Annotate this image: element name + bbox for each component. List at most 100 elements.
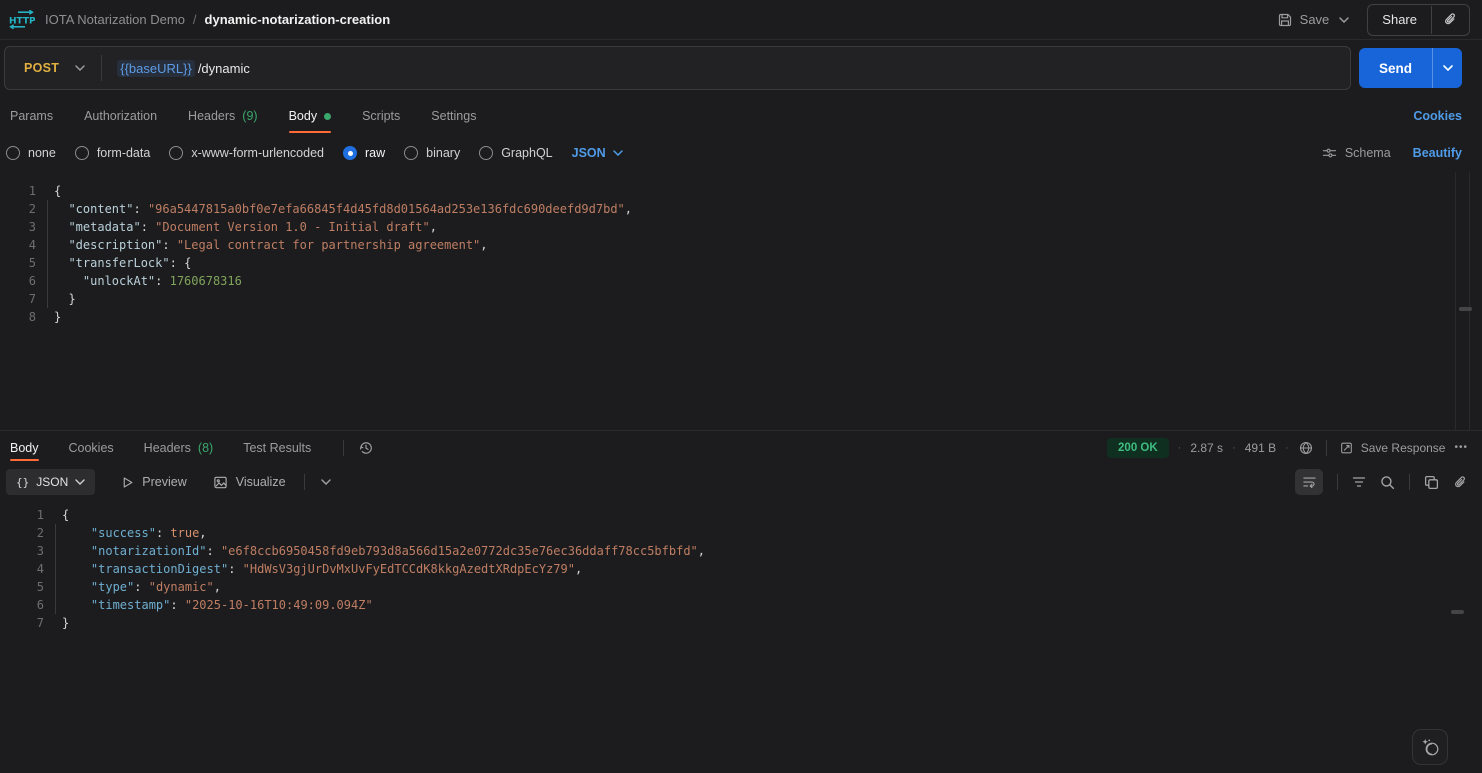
method-selector[interactable]: POST [5,61,75,75]
code-line: 4 "transactionDigest": "HdWsV3gjUrDvMxUv… [0,560,1482,578]
radio-icon[interactable] [479,146,493,160]
wrap-text-icon [1302,475,1317,489]
copy-link-button[interactable] [1432,12,1469,27]
code-text: } [44,614,69,632]
globe-icon [1298,440,1314,456]
share-button-group: Share [1367,4,1470,36]
cookies-link[interactable]: Cookies [1413,109,1462,123]
tab-scripts[interactable]: Scripts [362,96,400,136]
line-number: 4 [0,236,36,254]
code-line: 8 } [0,308,1482,326]
tab-params[interactable]: Params [10,96,53,136]
schema-button[interactable]: Schema [1322,146,1391,160]
code-text: "timestamp": "2025-10-16T10:49:09.094Z" [44,596,373,614]
copy-link-button[interactable] [1453,475,1468,490]
save-icon [1277,12,1293,28]
response-tab-cookies[interactable]: Cookies [69,431,114,464]
radio-icon[interactable] [404,146,418,160]
code-line: 1 { [0,506,1482,524]
filter-button[interactable] [1352,476,1366,488]
filter-icon [1352,476,1366,488]
code-line: 5 "transferLock": { [0,254,1482,272]
raw-language-selector[interactable]: JSON [572,146,623,160]
tab-authorization[interactable]: Authorization [84,96,157,136]
tab-body[interactable]: Body [289,96,332,136]
copy-button[interactable] [1424,475,1439,490]
method-chevron-icon[interactable] [75,65,85,71]
body-type-binary[interactable]: binary [404,146,460,160]
network-info-button[interactable] [1298,440,1314,456]
line-number: 6 [0,596,44,614]
editor-actions: Schema Beautify [1322,146,1462,160]
wrap-text-button[interactable] [1295,469,1323,495]
request-url-bar: POST {{baseURL}} /dynamic Send [0,40,1482,96]
more-actions-button[interactable]: ••• [1454,442,1468,453]
response-format-selector[interactable]: {} JSON [6,469,95,495]
topbar-actions: Save Share [1277,4,1470,36]
chevron-down-icon [1339,17,1349,23]
send-button-group: Send [1359,48,1462,88]
radio-icon[interactable] [6,146,20,160]
url-variable[interactable]: {{baseURL}} [117,60,195,77]
send-button[interactable]: Send [1359,48,1432,88]
code-text: "type": "dynamic", [44,578,221,596]
search-button[interactable] [1380,475,1395,490]
response-header: Body Cookies Headers(8) Test Results 200… [0,430,1482,464]
visualize-button[interactable]: Visualize [213,475,286,490]
body-type-raw[interactable]: raw [343,146,385,160]
code-line: 2 "success": true, [0,524,1482,542]
line-number: 2 [0,200,36,218]
divider [1409,474,1410,490]
save-button-label: Save [1300,12,1330,27]
code-text: "transferLock": { [36,254,191,272]
search-icon [1380,475,1395,490]
response-history-button[interactable] [358,440,374,456]
code-line: 6 "unlockAt": 1760678316 [0,272,1482,290]
code-text: "transactionDigest": "HdWsV3gjUrDvMxUvFy… [44,560,582,578]
request-body-editor[interactable]: 1 { 2 "content": "96a5447815a0bf0e7efa66… [0,170,1482,430]
beautify-button[interactable]: Beautify [1413,146,1462,160]
status-badge: 200 OK [1107,438,1169,458]
radio-icon[interactable] [169,146,183,160]
response-tab-body[interactable]: Body [10,431,39,464]
save-button[interactable]: Save [1277,12,1330,28]
save-options-chevron[interactable] [1339,17,1349,23]
line-number: 7 [0,614,44,632]
headers-count: (9) [242,109,257,123]
url-input[interactable]: {{baseURL}} /dynamic [117,60,250,77]
view-options-chevron[interactable] [321,479,331,485]
top-bar: HTTP IOTA Notarization Demo / dynamic-no… [0,0,1482,40]
line-number: 4 [0,560,44,578]
body-type-graphql[interactable]: GraphQL [479,146,552,160]
code-line: 3 "notarizationId": "e6f8ccb6950458fd9eb… [0,542,1482,560]
breadcrumb-collection[interactable]: IOTA Notarization Demo [45,12,185,27]
braces-icon: {} [16,476,29,489]
response-tab-headers[interactable]: Headers(8) [144,431,214,464]
response-body-viewer: 1 { 2 "success": true, 3 "notarizationId… [0,500,1482,773]
tab-settings[interactable]: Settings [431,96,476,136]
share-button[interactable]: Share [1368,12,1431,27]
code-text: "metadata": "Document Version 1.0 - Init… [36,218,437,236]
line-number: 8 [0,308,36,326]
code-text: "success": true, [44,524,207,542]
radio-selected-icon[interactable] [343,146,357,160]
preview-button[interactable]: Preview [121,475,186,489]
code-line: 6 "timestamp": "2025-10-16T10:49:09.094Z… [0,596,1482,614]
response-tab-test-results[interactable]: Test Results [243,431,311,464]
tab-headers[interactable]: Headers(9) [188,96,258,136]
divider [1326,440,1327,456]
line-number: 3 [0,542,44,560]
body-type-form-data[interactable]: form-data [75,146,151,160]
editor-scroll-track [1455,172,1456,430]
app-window: HTTP IOTA Notarization Demo / dynamic-no… [0,0,1482,773]
save-response-icon [1339,441,1354,455]
send-options-chevron[interactable] [1432,48,1462,88]
radio-icon[interactable] [75,146,89,160]
save-response-button[interactable]: Save Response [1339,441,1446,455]
body-type-urlencoded[interactable]: x-www-form-urlencoded [169,146,324,160]
body-type-bar: none form-data x-www-form-urlencoded raw… [0,136,1482,170]
url-path[interactable]: /dynamic [198,61,250,76]
request-scrollbar-thumb[interactable] [1459,307,1472,311]
divider [101,55,102,81]
body-type-none[interactable]: none [6,146,56,160]
